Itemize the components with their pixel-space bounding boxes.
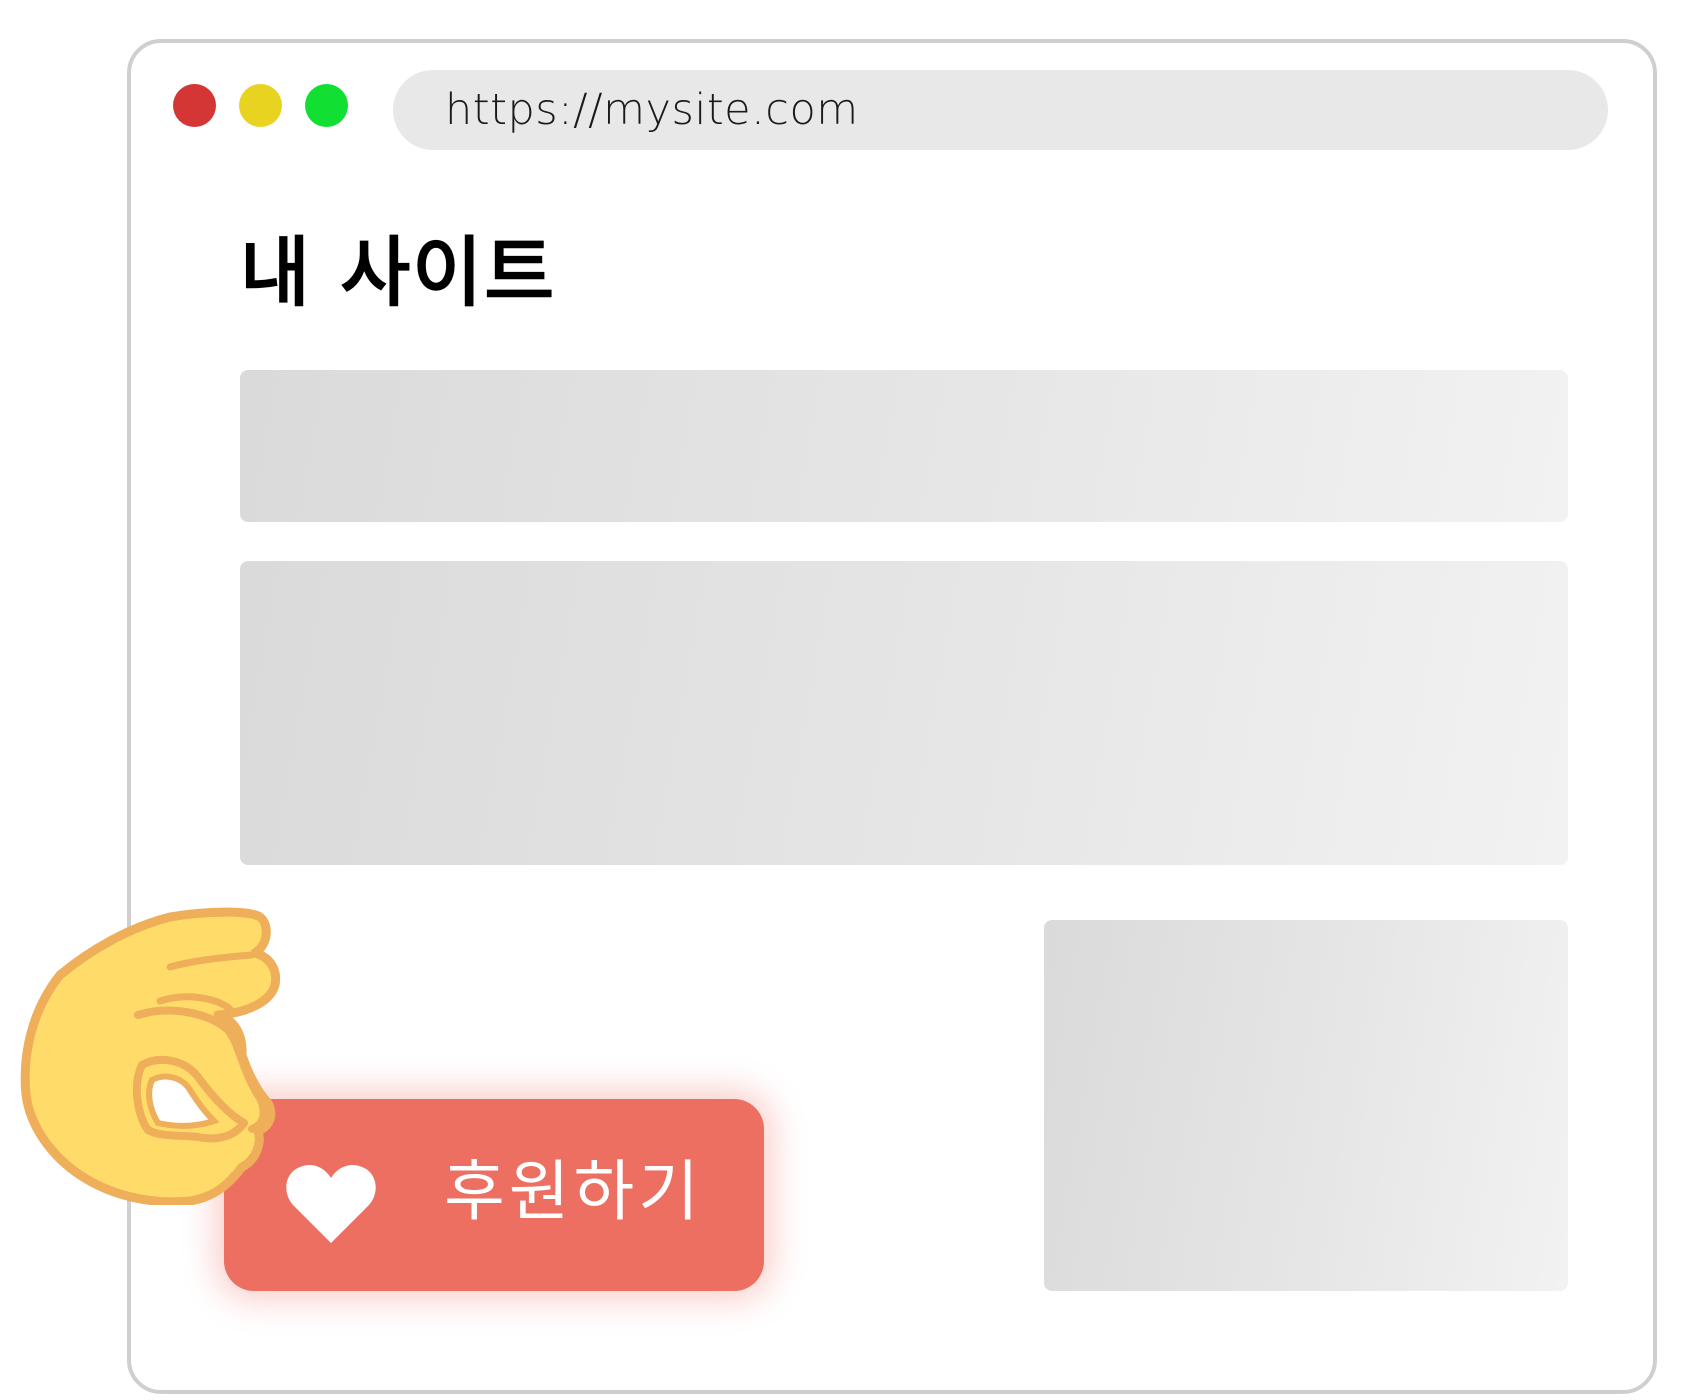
url-text: https://mysite.com	[445, 85, 859, 135]
donate-button[interactable]: 후원하기	[224, 1099, 764, 1291]
address-bar[interactable]: https://mysite.com	[393, 70, 1608, 150]
ok-hand-icon	[20, 907, 280, 1205]
heart-icon	[286, 1165, 376, 1243]
maximize-window-button[interactable]	[305, 84, 348, 127]
content-placeholder-main	[240, 561, 1568, 865]
close-window-button[interactable]	[173, 84, 216, 127]
content-placeholder-side	[1044, 920, 1568, 1291]
minimize-window-button[interactable]	[239, 84, 282, 127]
donate-button-label: 후원하기	[444, 1153, 703, 1230]
page-title: 내 사이트	[240, 228, 557, 317]
content-placeholder-banner	[240, 370, 1568, 522]
